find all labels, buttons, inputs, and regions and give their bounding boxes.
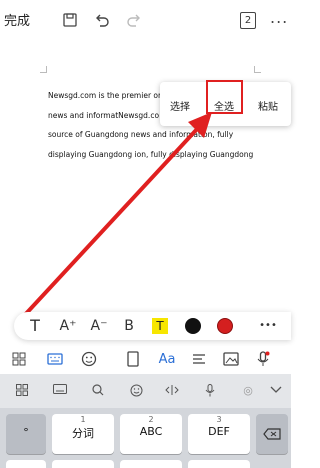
key-1[interactable]: 1 分词 — [52, 414, 114, 454]
grid-apps-icon[interactable] — [10, 350, 28, 368]
backspace-key[interactable] — [256, 414, 288, 454]
more-menu-button[interactable]: ... — [270, 8, 288, 27]
key-3[interactable]: 3 DEF — [188, 414, 250, 454]
keyboard-menu-icon[interactable] — [12, 384, 32, 399]
watermark-logo: ◎ — [243, 384, 253, 397]
insert-image-icon[interactable] — [222, 350, 240, 368]
keyboard-layout-icon[interactable] — [50, 384, 70, 397]
increase-font-button[interactable]: A⁺ — [57, 316, 79, 336]
symbol-key[interactable]: ° — [6, 414, 46, 454]
menu-item-paste[interactable]: 粘贴 — [258, 98, 278, 113]
color-black-swatch[interactable] — [185, 318, 201, 334]
crop-frame-icon[interactable] — [124, 350, 142, 368]
paragraph-align-icon[interactable] — [190, 350, 208, 368]
key-row-partial[interactable] — [6, 460, 46, 468]
done-button[interactable]: 完成 — [4, 10, 30, 29]
tools-row — [0, 346, 291, 372]
key-1-number: 1 — [80, 415, 86, 424]
key-2-number: 2 — [148, 415, 154, 424]
save-icon[interactable] — [60, 10, 80, 30]
font-style-icon[interactable]: Aa — [158, 350, 176, 368]
key-2-label: ABC — [139, 425, 163, 438]
key-row-partial[interactable] — [188, 460, 250, 468]
key-1-label: 分词 — [72, 427, 94, 440]
keyboard-mic-icon[interactable] — [200, 384, 220, 400]
margin-corner-marker — [254, 66, 261, 73]
bold-button[interactable]: B — [120, 316, 138, 336]
color-red-swatch[interactable] — [217, 318, 233, 334]
key-row-partial[interactable] — [120, 460, 182, 468]
text-style-button[interactable]: T — [26, 316, 44, 336]
menu-item-select[interactable]: 选择 — [170, 98, 190, 113]
backspace-icon — [263, 428, 281, 440]
key-3-number: 3 — [216, 415, 222, 424]
key-row-partial[interactable] — [52, 460, 114, 468]
key-3-label: DEF — [208, 425, 230, 438]
keyboard-emoji-icon[interactable] — [126, 384, 146, 400]
search-icon[interactable] — [88, 384, 108, 399]
keyboard-collapse-icon[interactable] — [266, 384, 286, 397]
document-line: source of Guangdong news and information… — [48, 130, 234, 139]
page-count-badge[interactable]: 2 — [240, 12, 256, 29]
format-more-button[interactable]: ••• — [256, 316, 280, 336]
keyboard-toggle-icon[interactable] — [46, 350, 64, 368]
select-all-highlight-box — [206, 80, 243, 114]
redo-icon[interactable] — [124, 10, 144, 30]
document-line: displaying Guangdong ion, fully displayi… — [48, 149, 254, 159]
key-2[interactable]: 2 ABC — [120, 414, 182, 454]
highlight-button[interactable]: T — [152, 318, 168, 334]
emoji-icon[interactable] — [80, 350, 98, 368]
document-page — [0, 40, 291, 310]
cursor-move-icon[interactable] — [162, 384, 182, 399]
decrease-font-button[interactable]: A⁻ — [88, 316, 110, 336]
symbol-key-label: ° — [23, 426, 29, 439]
undo-icon[interactable] — [92, 10, 112, 30]
voice-mic-icon[interactable] — [254, 350, 272, 368]
margin-corner-marker — [40, 66, 47, 73]
